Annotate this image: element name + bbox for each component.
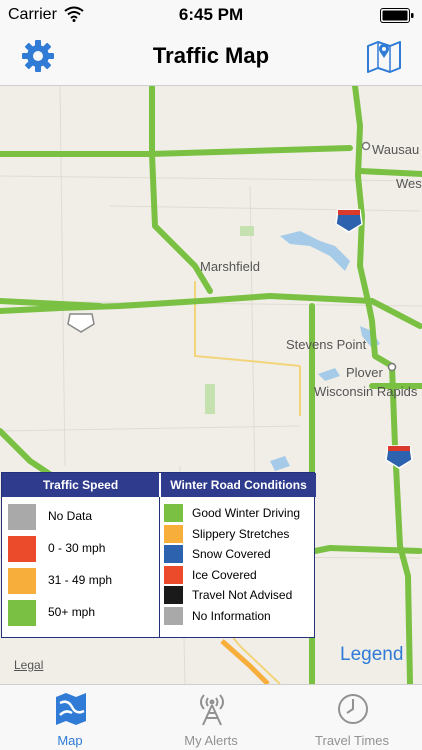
speed-legend-item: 0 - 30 mph bbox=[8, 536, 158, 562]
status-bar: Carrier 6:45 PM bbox=[0, 0, 422, 30]
map-label-weston: Wes bbox=[396, 176, 422, 191]
condition-swatch bbox=[164, 545, 183, 563]
radio-tower-icon bbox=[200, 694, 224, 726]
map-label-marshfield: Marshfield bbox=[200, 259, 260, 274]
speed-legend-label: 31 - 49 mph bbox=[48, 573, 113, 587]
tab-bar: Map My Alerts Travel Times bbox=[0, 684, 422, 750]
traffic-map[interactable]: Wausau Wes Marshfield Stevens Point Plov… bbox=[0, 86, 422, 684]
traffic-speed-header: Traffic Speed bbox=[2, 473, 159, 497]
condition-legend-item: Snow Covered bbox=[164, 545, 316, 563]
condition-legend-label: Good Winter Driving bbox=[192, 506, 301, 520]
speed-legend-label: 0 - 30 mph bbox=[48, 541, 106, 555]
condition-legend-item: Ice Covered bbox=[164, 566, 316, 584]
speed-legend-item: 31 - 49 mph bbox=[8, 568, 158, 594]
map-label-wausau: Wausau bbox=[372, 142, 420, 157]
condition-legend-label: Ice Covered bbox=[192, 568, 257, 582]
tab-label: Travel Times bbox=[315, 733, 389, 748]
map-icon bbox=[56, 693, 86, 725]
speed-legend-label: 50+ mph bbox=[48, 605, 96, 619]
legend-toggle-link[interactable]: Legend bbox=[340, 644, 403, 666]
speed-swatch bbox=[8, 536, 36, 562]
speed-swatch bbox=[8, 568, 36, 594]
speed-legend-item: 50+ mph bbox=[8, 600, 158, 626]
tab-label: Map bbox=[57, 733, 83, 748]
speed-legend-label: No Data bbox=[48, 509, 93, 523]
nav-bar: Traffic Map bbox=[0, 30, 422, 86]
condition-legend-item: Travel Not Advised bbox=[164, 586, 316, 604]
speed-legend-item: No Data bbox=[8, 504, 158, 530]
condition-swatch bbox=[164, 504, 183, 522]
us-route-shield-icon bbox=[67, 313, 95, 333]
map-pin-icon bbox=[367, 41, 401, 73]
legal-link[interactable]: Legal bbox=[14, 658, 43, 672]
road-conditions-header: Winter Road Conditions bbox=[160, 473, 316, 497]
status-time: 6:45 PM bbox=[178, 5, 244, 24]
condition-legend-label: Snow Covered bbox=[192, 547, 271, 561]
tab-my-alerts[interactable]: My Alerts bbox=[141, 685, 281, 750]
condition-legend-item: Good Winter Driving bbox=[164, 504, 316, 522]
condition-swatch bbox=[164, 607, 183, 625]
map-legend: Traffic Speed Winter Road Conditions No … bbox=[1, 472, 316, 638]
clock-icon bbox=[338, 694, 368, 724]
tab-label: My Alerts bbox=[184, 733, 238, 748]
battery-icon bbox=[380, 8, 414, 23]
interstate-shield-icon bbox=[335, 209, 363, 233]
condition-swatch bbox=[164, 566, 183, 584]
condition-legend-label: Slippery Stretches bbox=[192, 527, 290, 541]
page-title: Traffic Map bbox=[152, 43, 270, 68]
legend-divider bbox=[159, 497, 160, 638]
condition-swatch bbox=[164, 525, 183, 543]
condition-legend-label: Travel Not Advised bbox=[192, 588, 293, 602]
condition-legend-item: Slippery Stretches bbox=[164, 525, 316, 543]
map-options-button[interactable] bbox=[366, 38, 402, 74]
interstate-shield-icon bbox=[385, 445, 413, 469]
condition-legend-label: No Information bbox=[192, 609, 271, 623]
speed-swatch bbox=[8, 504, 36, 530]
map-label-plover: Plover bbox=[346, 365, 383, 380]
map-label-wisconsin-rapids: Wisconsin Rapids bbox=[314, 384, 418, 399]
tab-map[interactable]: Map bbox=[0, 685, 140, 750]
condition-legend-item: No Information bbox=[164, 607, 316, 625]
tab-travel-times[interactable]: Travel Times bbox=[282, 685, 422, 750]
condition-swatch bbox=[164, 586, 183, 604]
map-label-stevens-point: Stevens Point bbox=[286, 337, 367, 352]
speed-swatch bbox=[8, 600, 36, 626]
